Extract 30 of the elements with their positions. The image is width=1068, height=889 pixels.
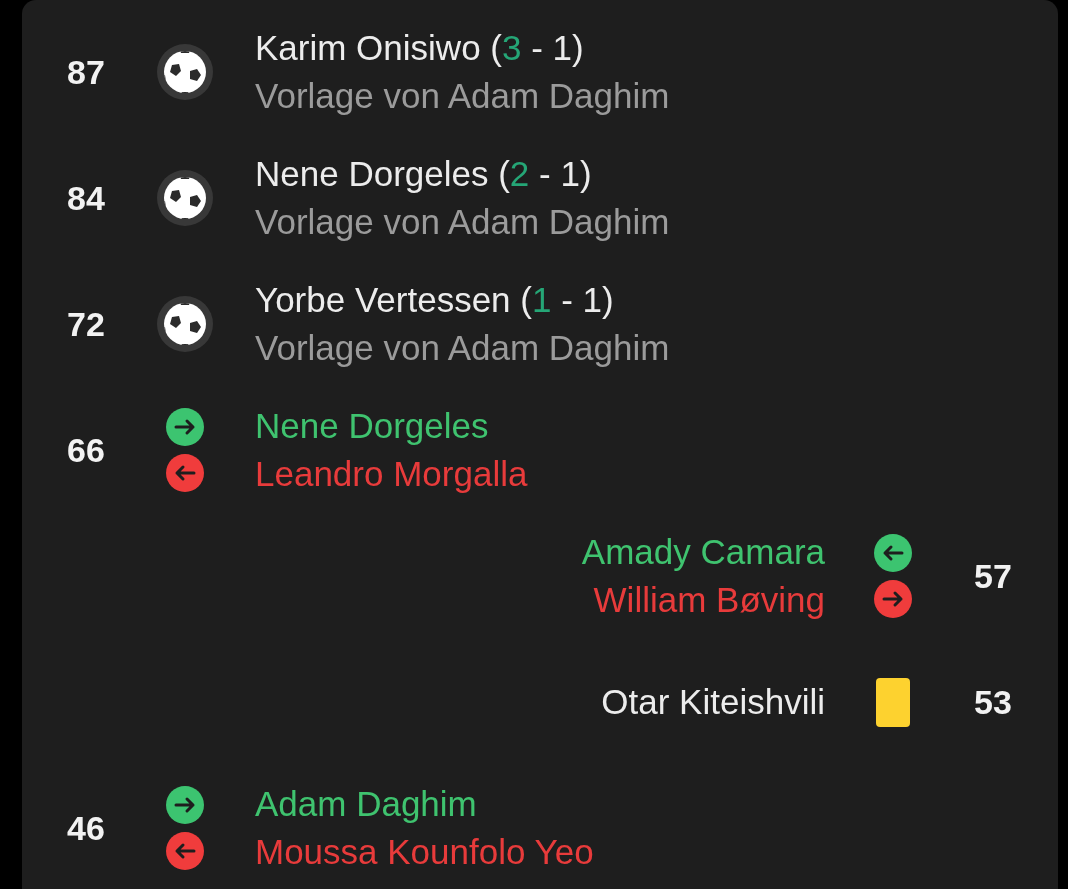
card-icon [876, 677, 910, 727]
ball-icon [157, 170, 213, 226]
minute-label: 72 [67, 304, 105, 344]
player-in-name: Amady Camara [581, 531, 825, 573]
ball-icon [157, 44, 213, 100]
player-in-name: Nene Dorgeles [255, 405, 489, 447]
arrow-right-icon [874, 580, 912, 618]
arrow-left-icon [874, 534, 912, 572]
scorer-text: Nene Dorgeles (2 - 1) [255, 153, 592, 195]
arrow-right-icon [166, 786, 204, 824]
assist-text: Vorlage von Adam Daghim [255, 327, 670, 369]
assist-text: Vorlage von Adam Daghim [255, 75, 670, 117]
minute-label: 46 [67, 808, 105, 848]
minute-label: 66 [67, 430, 105, 470]
player-out-name: Moussa Kounfolo Yeo [255, 831, 594, 873]
arrow-right-icon [166, 408, 204, 446]
player-in-name: Adam Daghim [255, 783, 477, 825]
minute-label: 57 [974, 556, 1012, 596]
assist-text: Vorlage von Adam Daghim [255, 201, 670, 243]
ball-icon [157, 296, 213, 352]
arrow-left-icon [166, 832, 204, 870]
minute-label: 53 [974, 682, 1012, 722]
player-out-name: Leandro Morgalla [255, 453, 528, 495]
player-name: Otar Kiteishvili [601, 681, 825, 723]
player-out-name: William Bøving [593, 579, 825, 621]
minute-label: 84 [67, 178, 105, 218]
scorer-text: Yorbe Vertessen (1 - 1) [255, 279, 614, 321]
minute-label: 87 [67, 52, 105, 92]
scorer-text: Karim Onisiwo (3 - 1) [255, 27, 584, 69]
arrow-left-icon [166, 454, 204, 492]
